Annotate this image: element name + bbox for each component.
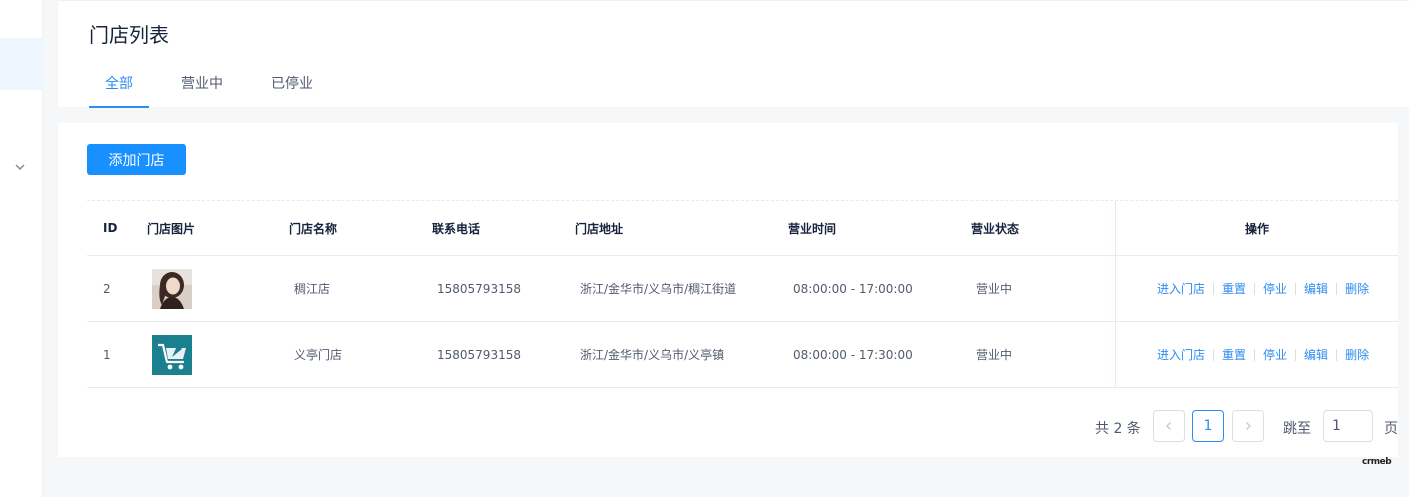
enter-store-link[interactable]: 进入门店 bbox=[1157, 346, 1205, 363]
store-status: 营业中 bbox=[976, 282, 1013, 296]
store-table: ID 门店图片 门店名称 联系电话 门店地址 营业时间 营业状态 操作 2 稠江… bbox=[87, 200, 1398, 388]
divider bbox=[1213, 282, 1215, 295]
table-row: 2 稠江店 15805793158 浙江/金华市/义乌市/稠江街道 08:00:… bbox=[87, 256, 1398, 322]
tab-all[interactable]: 全部 bbox=[89, 63, 149, 108]
row-actions: 进入门店 重置 停业 编辑 删除 bbox=[1157, 256, 1369, 321]
sidebar-active-item[interactable] bbox=[0, 38, 43, 90]
suspend-link[interactable]: 停业 bbox=[1263, 280, 1287, 297]
delete-link[interactable]: 删除 bbox=[1345, 280, 1369, 297]
page-title: 门店列表 bbox=[89, 23, 169, 47]
status-tabs: 全部 营业中 已停业 bbox=[89, 63, 345, 108]
store-image bbox=[152, 256, 192, 321]
suspend-link[interactable]: 停业 bbox=[1263, 346, 1287, 363]
pagination: 共 2 条 1 跳至 页 bbox=[58, 410, 1398, 442]
column-header-status: 营业状态 bbox=[971, 221, 1020, 236]
shopping-cart-logo-icon bbox=[152, 334, 192, 375]
chevron-down-icon[interactable] bbox=[13, 160, 27, 174]
store-address: 浙江/金华市/义乌市/稠江街道 bbox=[580, 282, 737, 296]
store-image bbox=[152, 322, 192, 387]
delete-link[interactable]: 删除 bbox=[1345, 346, 1369, 363]
page-unit-label: 页 bbox=[1384, 421, 1398, 437]
store-phone: 15805793158 bbox=[437, 281, 521, 296]
divider bbox=[1213, 348, 1215, 361]
divider bbox=[1336, 348, 1338, 361]
portrait-photo-icon bbox=[152, 268, 192, 309]
chevron-right-icon bbox=[1246, 422, 1251, 430]
divider bbox=[1295, 282, 1297, 295]
tab-closed[interactable]: 已停业 bbox=[255, 63, 329, 108]
table-header-row: ID 门店图片 门店名称 联系电话 门店地址 营业时间 营业状态 操作 bbox=[87, 201, 1398, 256]
tab-open[interactable]: 营业中 bbox=[165, 63, 239, 108]
store-name: 义亭门店 bbox=[294, 348, 343, 362]
divider bbox=[1254, 282, 1256, 295]
add-store-button[interactable]: 添加门店 bbox=[87, 144, 186, 175]
jump-page-input[interactable] bbox=[1323, 410, 1373, 442]
store-list-card: 添加门店 ID 门店图片 门店名称 联系电话 门店地址 营业时间 营业状态 操作… bbox=[58, 123, 1398, 457]
chevron-left-icon bbox=[1166, 422, 1171, 430]
next-page-button[interactable] bbox=[1232, 410, 1264, 442]
store-address: 浙江/金华市/义乌市/义亭镇 bbox=[580, 348, 725, 362]
store-name: 稠江店 bbox=[294, 282, 331, 296]
column-header-name: 门店名称 bbox=[289, 221, 338, 236]
prev-page-button[interactable] bbox=[1153, 410, 1185, 442]
table-row: 1 义亭门店 15805793158 浙江/金华市/义乌市/义亭镇 08:00:… bbox=[87, 322, 1398, 388]
edit-link[interactable]: 编辑 bbox=[1304, 346, 1328, 363]
total-count: 共 2 条 bbox=[1095, 421, 1141, 437]
column-header-address: 门店地址 bbox=[575, 221, 624, 236]
store-hours: 08:00:00 - 17:00:00 bbox=[793, 281, 913, 296]
divider bbox=[1295, 348, 1297, 361]
column-header-image: 门店图片 bbox=[147, 221, 196, 236]
page-header: 门店列表 全部 营业中 已停业 bbox=[58, 0, 1409, 108]
column-header-id: ID bbox=[103, 221, 118, 235]
store-status: 营业中 bbox=[976, 348, 1013, 362]
jump-label: 跳至 bbox=[1283, 421, 1311, 437]
divider bbox=[1254, 348, 1256, 361]
edit-link[interactable]: 编辑 bbox=[1304, 280, 1328, 297]
store-id: 1 bbox=[103, 347, 111, 362]
brand-logo: crmeb bbox=[1362, 457, 1392, 467]
column-header-hours: 营业时间 bbox=[788, 221, 837, 236]
reset-link[interactable]: 重置 bbox=[1222, 280, 1246, 297]
store-phone: 15805793158 bbox=[437, 347, 521, 362]
row-actions: 进入门店 重置 停业 编辑 删除 bbox=[1157, 322, 1369, 387]
column-header-phone: 联系电话 bbox=[432, 221, 481, 236]
reset-link[interactable]: 重置 bbox=[1222, 346, 1246, 363]
sidebar bbox=[0, 0, 43, 497]
store-hours: 08:00:00 - 17:30:00 bbox=[793, 347, 913, 362]
divider bbox=[1336, 282, 1338, 295]
store-id: 2 bbox=[103, 281, 111, 296]
column-header-actions: 操作 bbox=[1245, 221, 1270, 236]
fixed-column-divider bbox=[1115, 201, 1116, 388]
page-number-button[interactable]: 1 bbox=[1192, 410, 1224, 442]
enter-store-link[interactable]: 进入门店 bbox=[1157, 280, 1205, 297]
